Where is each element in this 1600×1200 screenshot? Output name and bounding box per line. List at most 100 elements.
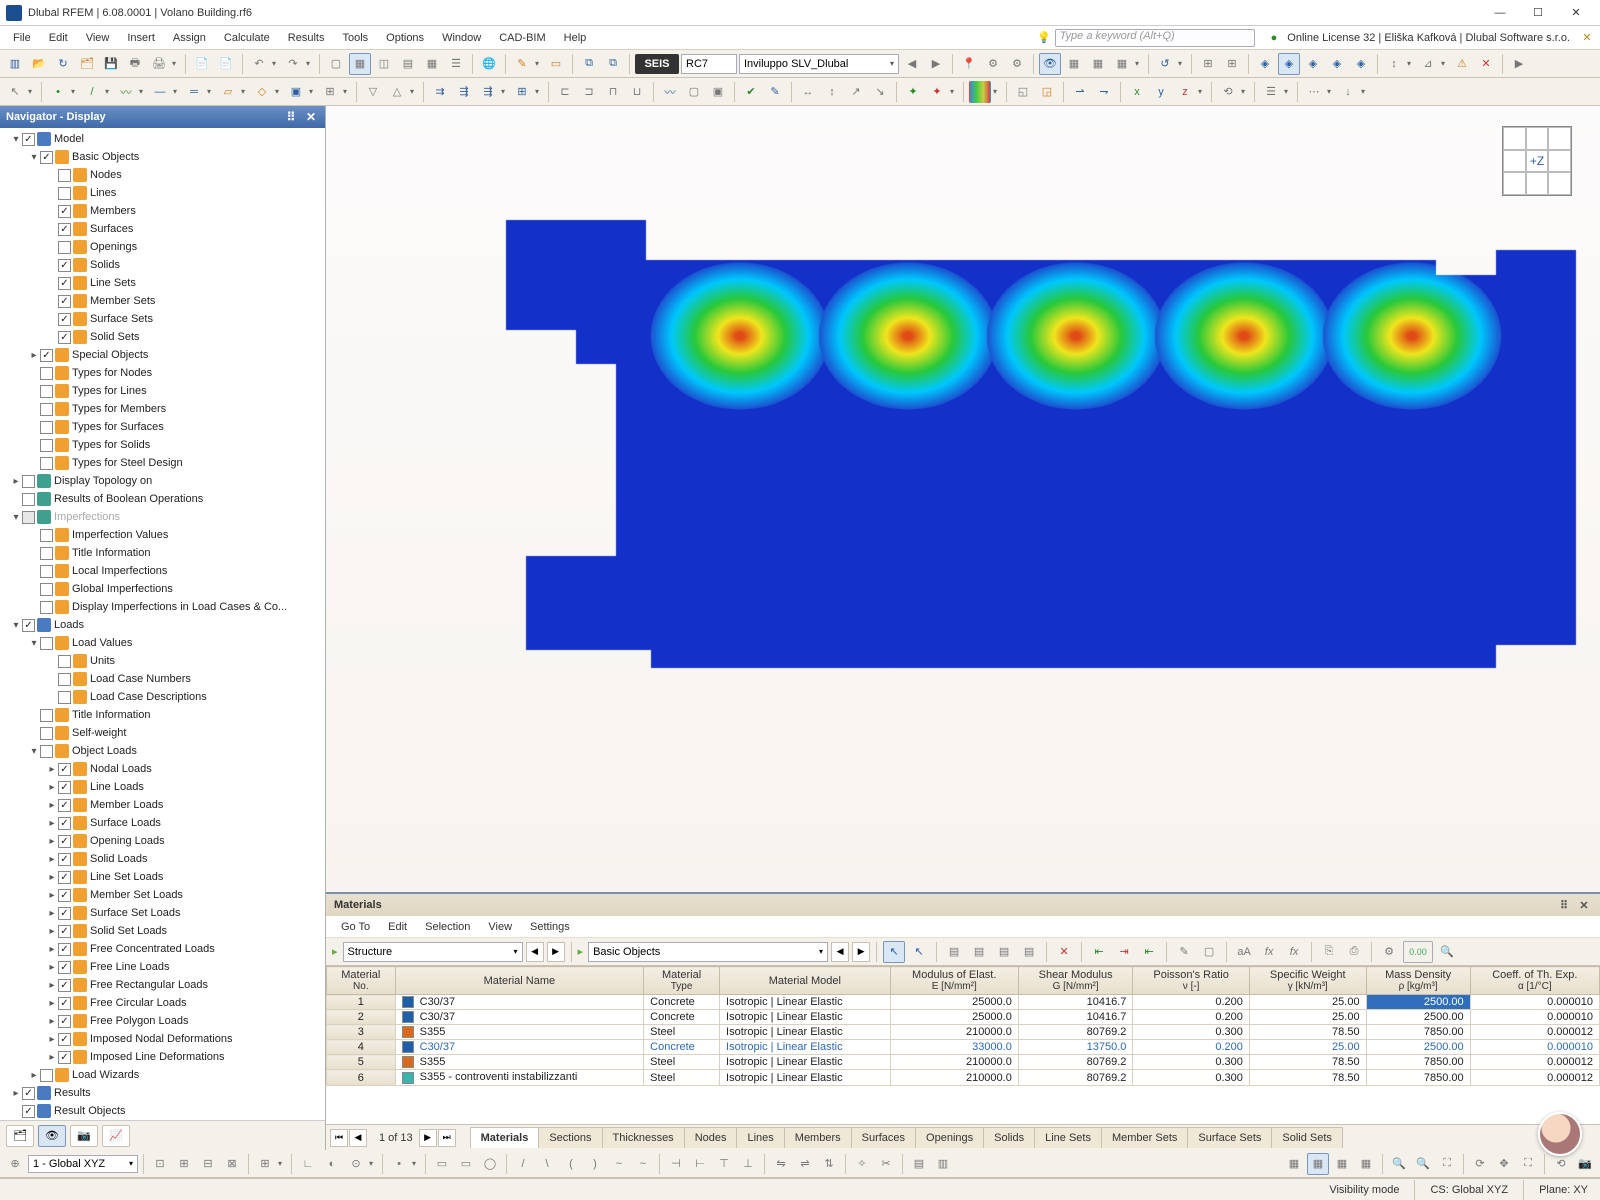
filter1-icon[interactable]: ⧉ — [578, 53, 600, 75]
rotate-a-icon[interactable]: ⟲ — [1217, 81, 1239, 103]
tree-checkbox[interactable] — [40, 367, 53, 380]
tree-checkbox[interactable]: ✓ — [22, 1105, 35, 1118]
combo-prev-button[interactable]: ◀ — [526, 942, 544, 962]
menu-help[interactable]: Help — [555, 29, 596, 47]
tree-checkbox[interactable] — [40, 457, 53, 470]
zero-toggle[interactable]: 0.00 — [1403, 941, 1433, 963]
copy-d-icon[interactable]: ⊞ — [511, 81, 533, 103]
tree-item[interactable]: ✓Surface Sets — [4, 310, 325, 328]
tree-checkbox[interactable]: ✓ — [22, 133, 35, 146]
tree-item[interactable]: ▸✓Member Loads — [4, 796, 325, 814]
menu-options[interactable]: Options — [377, 29, 433, 47]
import-a-icon[interactable]: ⇤ — [1088, 941, 1110, 963]
iso-b-icon[interactable]: ◲ — [1036, 81, 1058, 103]
orientation-z-label[interactable]: +Z — [1526, 150, 1549, 173]
panel-icon[interactable]: ◫ — [373, 53, 395, 75]
member-icon[interactable]: — — [149, 81, 171, 103]
tree-checkbox[interactable] — [40, 421, 53, 434]
end-snap-icon[interactable]: • — [388, 1153, 410, 1175]
report2-icon[interactable]: 📄 — [215, 53, 237, 75]
render-d-icon[interactable]: ▦ — [1355, 1153, 1377, 1175]
pan-icon[interactable]: ✥ — [1493, 1153, 1515, 1175]
layers-icon[interactable]: ☰ — [1260, 81, 1282, 103]
tree-item[interactable]: ▾Object Loads — [4, 742, 325, 760]
delete-icon[interactable]: ✕ — [1475, 53, 1497, 75]
result-d-icon[interactable]: ◈ — [1326, 53, 1348, 75]
color-icon[interactable] — [969, 81, 991, 103]
materials-tab-lines[interactable]: Lines — [736, 1127, 784, 1148]
dim-c-icon[interactable]: ↗ — [845, 81, 867, 103]
snap-a-icon[interactable]: ✦ — [902, 81, 924, 103]
tree-item[interactable]: Openings — [4, 238, 325, 256]
mesh-a-icon[interactable]: ⊞ — [1197, 53, 1219, 75]
snap1-icon[interactable]: ⊡ — [149, 1153, 171, 1175]
globe-icon[interactable]: 🌐 — [478, 53, 500, 75]
fx2-icon[interactable]: fx — [1283, 941, 1305, 963]
tree-item[interactable]: ▸✓Line Loads — [4, 778, 325, 796]
table2-icon[interactable]: ▦ — [421, 53, 443, 75]
navigator-tree[interactable]: ▾✓Model▾✓Basic ObjectsNodesLines✓Members… — [0, 128, 325, 1120]
tree-checkbox[interactable] — [22, 475, 35, 488]
tree-checkbox[interactable]: ✓ — [58, 277, 71, 290]
table-header[interactable]: Material Name — [395, 967, 644, 995]
select-row-icon[interactable]: ↖ — [883, 941, 905, 963]
tree-item[interactable]: ▸✓Imposed Nodal Deformations — [4, 1030, 325, 1048]
table-header[interactable]: Mass Densityρ [kg/m³] — [1366, 967, 1470, 995]
iso-a-icon[interactable]: ◱ — [1012, 81, 1034, 103]
window-icon[interactable]: ▢ — [325, 53, 347, 75]
structure-combo[interactable]: Structure▾ — [343, 942, 523, 962]
sect-d-icon[interactable]: ⊔ — [626, 81, 648, 103]
table-header[interactable]: Specific Weightγ [kN/m³] — [1249, 967, 1366, 995]
minimize-button[interactable]: — — [1482, 2, 1518, 24]
diag-a-icon[interactable]: 〰 — [659, 81, 681, 103]
tree-checkbox[interactable]: ✓ — [58, 799, 71, 812]
tree-item[interactable]: Title Information — [4, 706, 325, 724]
result-a-icon[interactable]: ◈ — [1254, 53, 1276, 75]
tree-item[interactable]: ▾Load Values — [4, 634, 325, 652]
tree-item[interactable]: ▸✓Free Circular Loads — [4, 994, 325, 1012]
tree-item[interactable]: ▸✓Surface Loads — [4, 814, 325, 832]
tree-item[interactable]: ▸✓Line Set Loads — [4, 868, 325, 886]
tree-checkbox[interactable] — [22, 493, 35, 506]
snap3-icon[interactable]: ⊟ — [197, 1153, 219, 1175]
tree-item[interactable]: Types for Steel Design — [4, 454, 325, 472]
highlight-icon[interactable]: ✎ — [511, 53, 533, 75]
dline-a-icon[interactable]: / — [512, 1153, 534, 1175]
filter-cell-icon[interactable]: ⚙ — [1378, 941, 1400, 963]
tree-item[interactable]: ✓Line Sets — [4, 274, 325, 292]
sel-c-icon[interactable]: ◯ — [479, 1153, 501, 1175]
arrow-down-icon[interactable]: ↓ — [1337, 81, 1359, 103]
prev-icon[interactable]: ◀ — [901, 53, 923, 75]
tree-item[interactable]: Lines — [4, 184, 325, 202]
copy-c-icon[interactable]: ⇶ — [477, 81, 499, 103]
mirror-c-icon[interactable]: ⇅ — [818, 1153, 840, 1175]
tree-item[interactable]: Units — [4, 652, 325, 670]
camera-save-icon[interactable]: 📷 — [1574, 1153, 1596, 1175]
menu-edit[interactable]: Edit — [40, 29, 77, 47]
col-c-icon[interactable]: ▤ — [993, 941, 1015, 963]
warning-icon[interactable]: ⚠ — [1451, 53, 1473, 75]
nav-tab-display-icon[interactable]: 👁 — [38, 1125, 66, 1147]
edit-a-icon[interactable]: ✎ — [764, 81, 786, 103]
tree-item[interactable]: ✓Solid Sets — [4, 328, 325, 346]
tree-item[interactable]: ▸✓Nodal Loads — [4, 760, 325, 778]
copy-a-icon[interactable]: ⇉ — [429, 81, 451, 103]
tree-item[interactable]: Types for Members — [4, 400, 325, 418]
import-b-icon[interactable]: ⇤ — [1138, 941, 1160, 963]
save-icon[interactable]: 💾 — [100, 53, 122, 75]
check-a-icon[interactable]: ✔ — [740, 81, 762, 103]
table-row[interactable]: 4C30/37ConcreteIsotropic | Linear Elasti… — [327, 1040, 1600, 1055]
folder-open-icon[interactable]: 🗂 — [76, 53, 98, 75]
materials-tab-members[interactable]: Members — [784, 1127, 852, 1148]
tree-checkbox[interactable] — [40, 529, 53, 542]
support-a-icon[interactable]: ▽ — [362, 81, 384, 103]
materials-tab-solid-sets[interactable]: Solid Sets — [1271, 1127, 1343, 1148]
tree-item[interactable]: ▾✓Loads — [4, 616, 325, 634]
sect-b-icon[interactable]: ⊐ — [578, 81, 600, 103]
tree-item[interactable]: Global Imperfections — [4, 580, 325, 598]
edit-cell-icon[interactable]: ✎ — [1173, 941, 1195, 963]
tree-item[interactable]: Results of Boolean Operations — [4, 490, 325, 508]
menu-tools[interactable]: Tools — [333, 29, 377, 47]
tree-checkbox[interactable]: ✓ — [58, 979, 71, 992]
fx-icon[interactable]: fx — [1258, 941, 1280, 963]
